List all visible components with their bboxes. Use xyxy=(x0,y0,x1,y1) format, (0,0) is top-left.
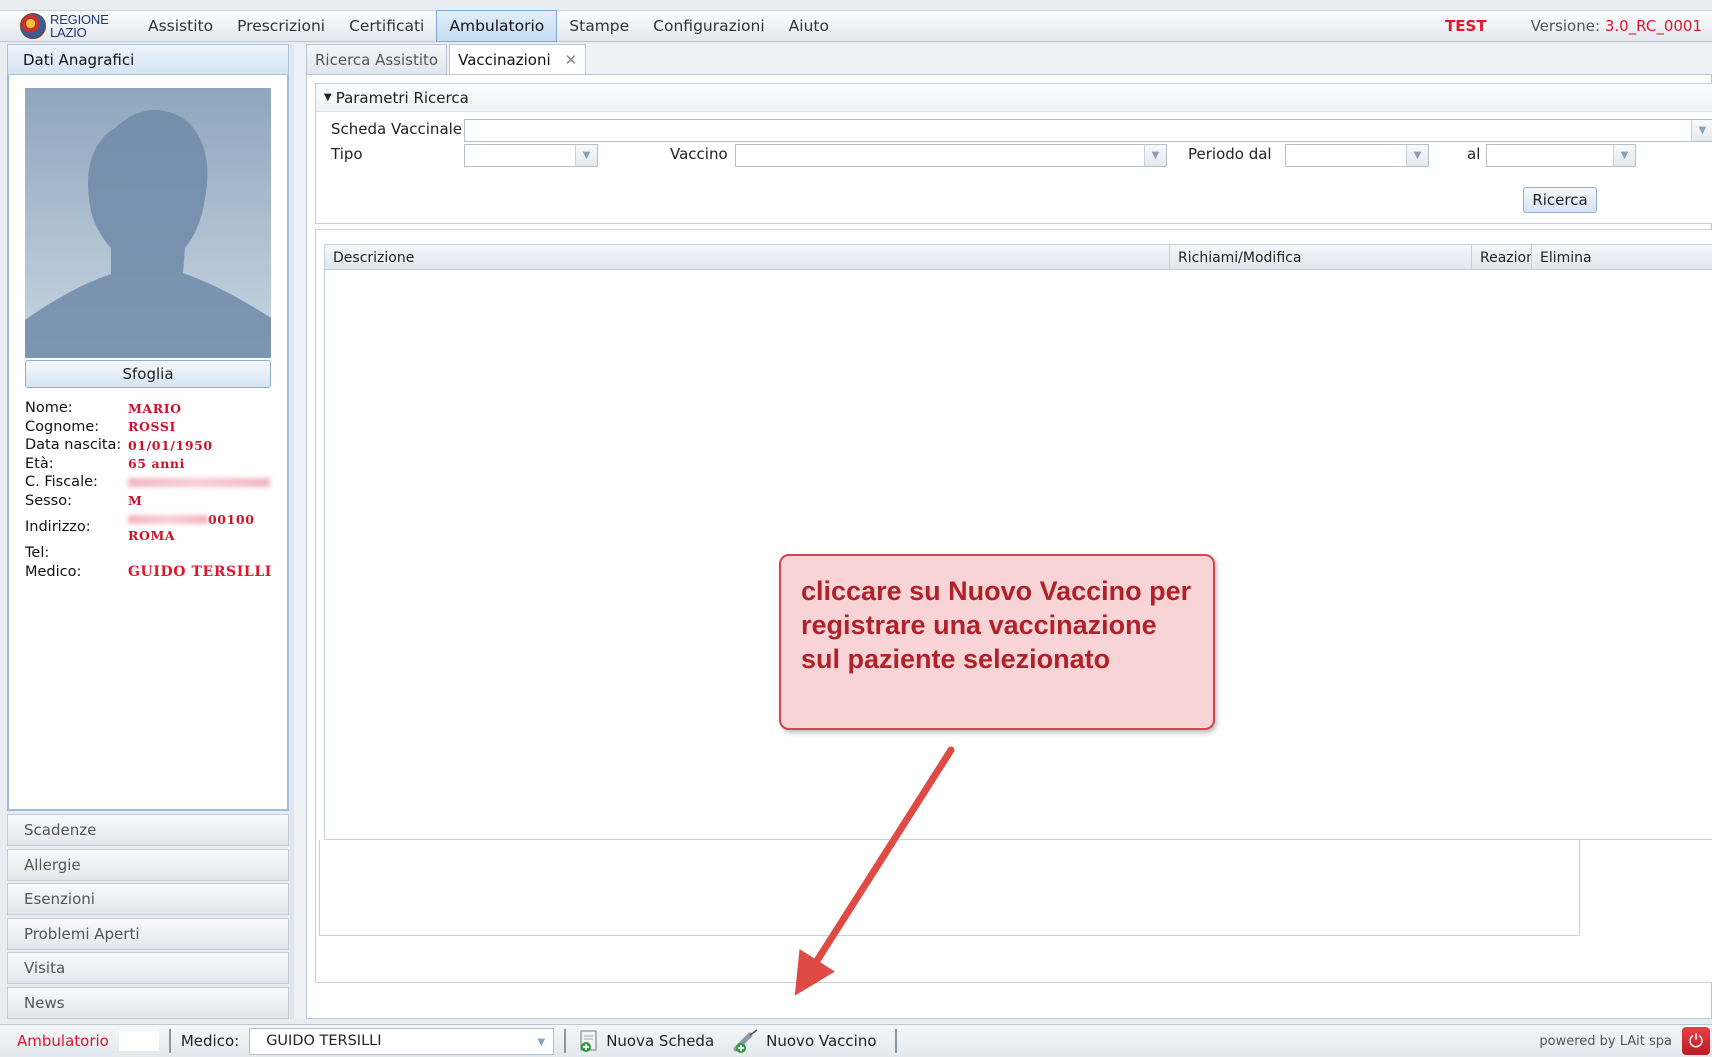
menu-stampe[interactable]: Stampe xyxy=(557,10,641,42)
patient-surname-row: Cognome: ROSSI xyxy=(25,418,176,435)
nuovo-vaccino-button[interactable]: Nuovo Vaccino xyxy=(732,1029,877,1053)
menu-bar: REGIONE LAZIO Assistito Prescrizioni Cer… xyxy=(0,10,1712,42)
patient-fiscal-code-redacted xyxy=(128,477,270,487)
accordion-esenzioni[interactable]: Esenzioni xyxy=(7,883,289,915)
regione-lazio-logo: REGIONE LAZIO xyxy=(0,10,136,42)
periodo-dal-label: Periodo dal xyxy=(1188,145,1272,163)
version-info: Versione: 3.0_RC_0001 xyxy=(1531,17,1702,35)
grid-header: Descrizione Richiami/Modifica Reazion El… xyxy=(325,245,1712,270)
main-area: Ricerca Assistito Vaccinazioni ✕ ▼ Param… xyxy=(294,44,1712,1019)
chevron-down-icon[interactable]: ▼ xyxy=(537,1037,545,1048)
accordion-visita[interactable]: Visita xyxy=(7,952,289,984)
anagrafica-header[interactable]: Dati Anagrafici xyxy=(7,44,289,75)
context-label: Ambulatorio xyxy=(17,1032,109,1050)
patient-details: Nome: MARIO Cognome: ROSSI Data nascita:… xyxy=(25,399,281,581)
scheda-vaccinale-label: Scheda Vaccinale xyxy=(331,120,463,138)
chevron-down-icon[interactable]: ▼ xyxy=(1691,120,1712,141)
environment-badge: TEST xyxy=(1445,17,1487,35)
menu-assistito[interactable]: Assistito xyxy=(136,10,225,42)
vaccinazioni-panel: ▼ Parametri Ricerca Scheda Vaccinale ▼ T… xyxy=(306,74,1712,1019)
patient-photo xyxy=(25,88,271,358)
chevron-down-icon[interactable]: ▼ xyxy=(1144,145,1166,166)
logo-line-2: LAZIO xyxy=(50,25,87,40)
patient-surname: ROSSI xyxy=(128,419,176,435)
tab-vaccinazioni[interactable]: Vaccinazioni ✕ xyxy=(449,44,587,74)
version-label: Versione: xyxy=(1530,17,1601,35)
patient-doctor: GUIDO TERSILLI xyxy=(128,563,272,580)
context-box xyxy=(118,1031,159,1051)
column-elimina[interactable]: Elimina xyxy=(1532,245,1595,270)
patient-name: MARIO xyxy=(128,400,182,416)
accordion-problemi-aperti[interactable]: Problemi Aperti xyxy=(7,918,289,950)
patient-sex-row: Sesso: M xyxy=(25,492,143,509)
chevron-down-icon[interactable]: ▼ xyxy=(575,145,597,166)
menu-ambulatorio[interactable]: Ambulatorio xyxy=(436,10,558,42)
patient-fiscal-row: C. Fiscale: xyxy=(25,473,281,492)
power-icon[interactable]: ⏻ xyxy=(1682,1027,1710,1055)
left-panel: Dati Anagrafici Sfoglia Nome: MARIO Cogn… xyxy=(7,44,289,1024)
regione-lazio-emblem-icon xyxy=(20,13,46,39)
accordion-news[interactable]: News xyxy=(7,987,289,1019)
tipo-select[interactable]: ▼ xyxy=(464,144,598,167)
menu-prescrizioni[interactable]: Prescrizioni xyxy=(225,10,337,42)
patient-doctor-row: Medico: GUIDO TERSILLI xyxy=(25,563,272,580)
avatar-silhouette-icon xyxy=(25,110,271,358)
patient-sex: M xyxy=(128,493,143,509)
doctor-label: Medico: xyxy=(180,1032,240,1050)
menu-configurazioni[interactable]: Configurazioni xyxy=(641,10,776,42)
browse-photo-button[interactable]: Sfoglia xyxy=(25,360,271,388)
new-card-icon xyxy=(580,1030,597,1052)
tipo-label: Tipo xyxy=(331,145,363,163)
version-value: 3.0_RC_0001 xyxy=(1604,17,1702,35)
syringe-icon xyxy=(733,1029,758,1053)
column-richiami-modifica[interactable]: Richiami/Modifica xyxy=(1170,245,1472,270)
patient-zip: 00100 xyxy=(208,511,255,527)
column-reazioni[interactable]: Reazion xyxy=(1472,245,1532,270)
patient-city: ROMA xyxy=(128,527,176,543)
patient-name-row: Nome: MARIO xyxy=(25,400,182,417)
al-label: al xyxy=(1467,145,1481,163)
close-icon[interactable]: ✕ xyxy=(565,51,578,69)
app-window: REGIONE LAZIO Assistito Prescrizioni Cer… xyxy=(0,0,1712,1057)
vaccino-label: Vaccino xyxy=(670,145,728,163)
search-parameters-panel: ▼ Parametri Ricerca Scheda Vaccinale ▼ T… xyxy=(315,83,1712,224)
tab-strip: Ricerca Assistito Vaccinazioni ✕ xyxy=(306,44,588,74)
instruction-callout: cliccare su Nuovo Vaccino per registrare… xyxy=(779,554,1215,730)
accordion-scadenze[interactable]: Scadenze xyxy=(7,814,289,846)
results-lower-box xyxy=(319,840,1580,936)
accordion-allergie[interactable]: Allergie xyxy=(7,849,289,881)
patient-birthdate: 01/01/1950 xyxy=(128,437,213,453)
doctor-select[interactable]: GUIDO TERSILLI ▼ xyxy=(249,1027,555,1055)
ricerca-button[interactable]: Ricerca xyxy=(1523,187,1597,213)
patient-age: 65 anni xyxy=(128,456,185,472)
chevron-down-icon[interactable]: ▼ xyxy=(1406,145,1428,166)
tab-ricerca-assistito[interactable]: Ricerca Assistito xyxy=(306,44,448,74)
menu-certificati[interactable]: Certificati xyxy=(337,10,436,42)
vaccino-select[interactable]: ▼ xyxy=(735,144,1167,167)
search-parameters-header[interactable]: ▼ Parametri Ricerca xyxy=(316,84,1712,112)
collapse-triangle-icon: ▼ xyxy=(324,92,332,103)
patient-age-row: Età: 65 anni xyxy=(25,455,185,472)
column-descrizione[interactable]: Descrizione xyxy=(325,245,1170,270)
patient-tel-row: Tel: xyxy=(25,545,50,562)
periodo-dal-date[interactable]: ▼ xyxy=(1285,144,1429,167)
chevron-down-icon[interactable]: ▼ xyxy=(1613,145,1635,166)
scheda-vaccinale-select[interactable]: ▼ xyxy=(464,119,1712,142)
vaccinations-grid: Descrizione Richiami/Modifica Reazion El… xyxy=(324,244,1712,840)
patient-street-redacted xyxy=(128,515,208,524)
al-date[interactable]: ▼ xyxy=(1486,144,1636,167)
anagrafica-body: Sfoglia Nome: MARIO Cognome: ROSSI Data … xyxy=(7,75,289,811)
menu-aiuto[interactable]: Aiuto xyxy=(777,10,841,42)
status-bar: Ambulatorio Medico: GUIDO TERSILLI ▼ Nuo… xyxy=(0,1024,1712,1057)
patient-birth-row: Data nascita: 01/01/1950 xyxy=(25,437,213,454)
powered-by-label: powered by LAit spa xyxy=(1539,1033,1672,1049)
nuova-scheda-button[interactable]: Nuova Scheda xyxy=(578,1029,714,1053)
patient-address-row: Indirizzo: 00100 ROMA xyxy=(25,511,255,543)
